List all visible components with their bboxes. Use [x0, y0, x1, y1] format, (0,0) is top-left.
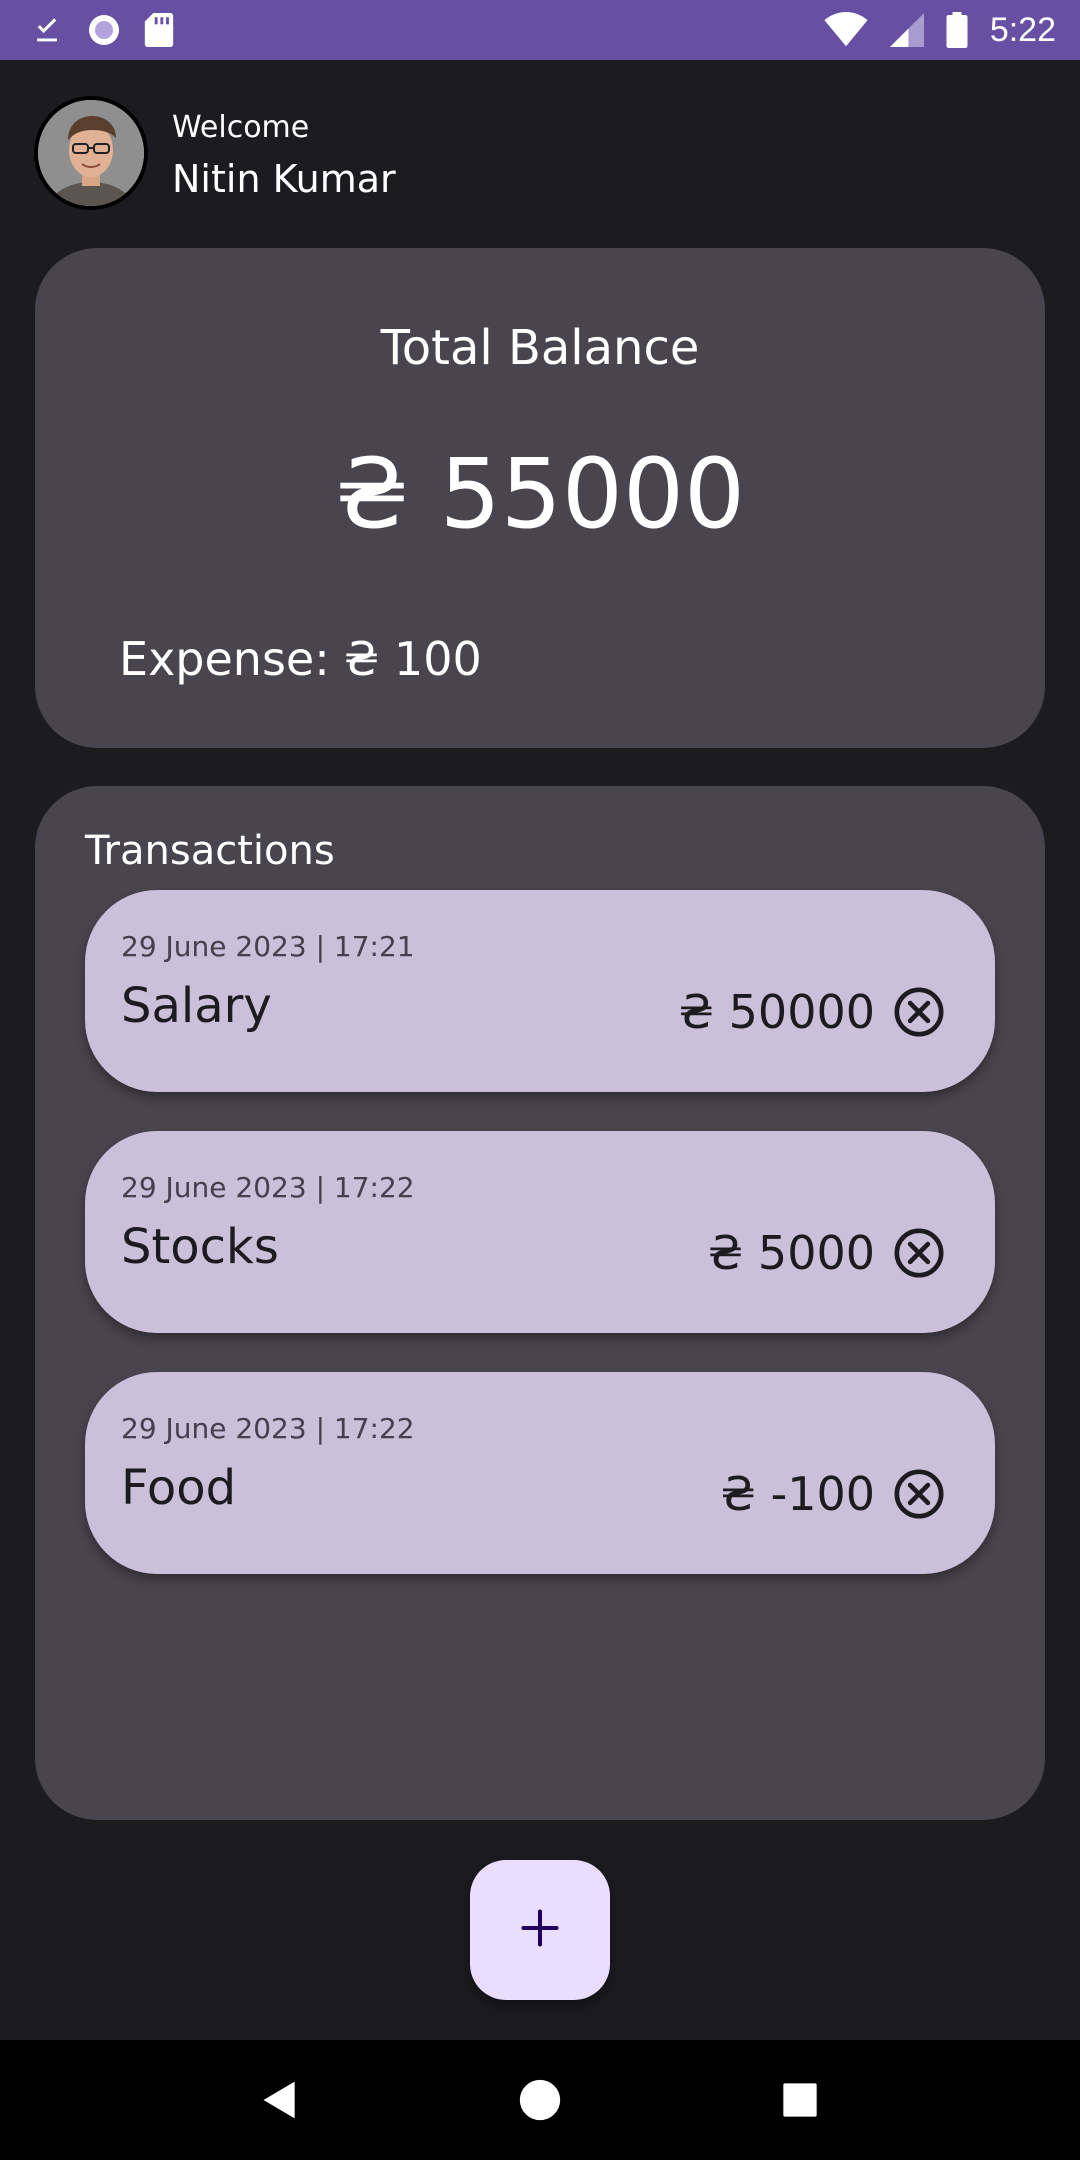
transaction-item[interactable]: 29 June 2023 | 17:22 Food ₴ -100 [85, 1372, 995, 1574]
transactions-list: 29 June 2023 | 17:21 Salary ₴ 50000 29 J… [85, 890, 995, 1613]
transaction-date: 29 June 2023 | 17:22 [121, 1171, 415, 1204]
back-icon[interactable] [240, 2060, 320, 2140]
transaction-name: Salary [121, 978, 272, 1034]
expense-row: Expense: ₴ 100 [119, 632, 482, 686]
battery-icon [946, 12, 968, 48]
transaction-date: 29 June 2023 | 17:21 [121, 930, 415, 963]
transaction-amount: ₴ -100 [720, 1467, 875, 1521]
add-icon [518, 1906, 562, 1954]
user-name: Nitin Kumar [172, 156, 396, 201]
remove-circle-icon[interactable] [891, 984, 947, 1040]
avatar[interactable] [34, 96, 148, 210]
wifi-icon [824, 12, 868, 48]
navigation-bar [0, 2040, 1080, 2160]
expense-label: Expense: [119, 632, 330, 686]
welcome-label: Welcome [172, 109, 310, 145]
status-bar: 5:22 [0, 0, 1080, 60]
transaction-item[interactable]: 29 June 2023 | 17:21 Salary ₴ 50000 [85, 890, 995, 1092]
transaction-date: 29 June 2023 | 17:22 [121, 1412, 415, 1445]
cell-signal-icon [889, 13, 924, 47]
download-done-icon [30, 13, 64, 47]
app-screen: 5:22 Welcome Nitin Kumar Total Balance ₴ [0, 0, 1080, 2160]
remove-circle-icon[interactable] [891, 1466, 947, 1522]
balance-amount: ₴ 55000 [334, 438, 746, 550]
sd-card-icon [144, 13, 174, 47]
transaction-item[interactable]: 29 June 2023 | 17:22 Stocks ₴ 5000 [85, 1131, 995, 1333]
expense-value: ₴ 100 [343, 632, 482, 686]
profile-header: Welcome Nitin Kumar [34, 96, 396, 210]
status-time: 5:22 [989, 10, 1056, 49]
transaction-name: Food [121, 1460, 237, 1516]
balance-card: Total Balance ₴ 55000 Expense: ₴ 100 [35, 248, 1045, 748]
transaction-amount: ₴ 50000 [678, 985, 875, 1039]
transactions-panel: Transactions 29 June 2023 | 17:21 Salary… [35, 786, 1045, 1820]
recents-icon[interactable] [760, 2060, 840, 2140]
remove-circle-icon[interactable] [891, 1225, 947, 1281]
home-icon[interactable] [500, 2060, 580, 2140]
add-transaction-button[interactable] [470, 1860, 610, 2000]
transactions-title: Transactions [85, 828, 335, 874]
transaction-name: Stocks [121, 1219, 279, 1275]
balance-title: Total Balance [380, 320, 700, 376]
radio-icon [86, 12, 122, 48]
transaction-amount: ₴ 5000 [707, 1226, 875, 1280]
